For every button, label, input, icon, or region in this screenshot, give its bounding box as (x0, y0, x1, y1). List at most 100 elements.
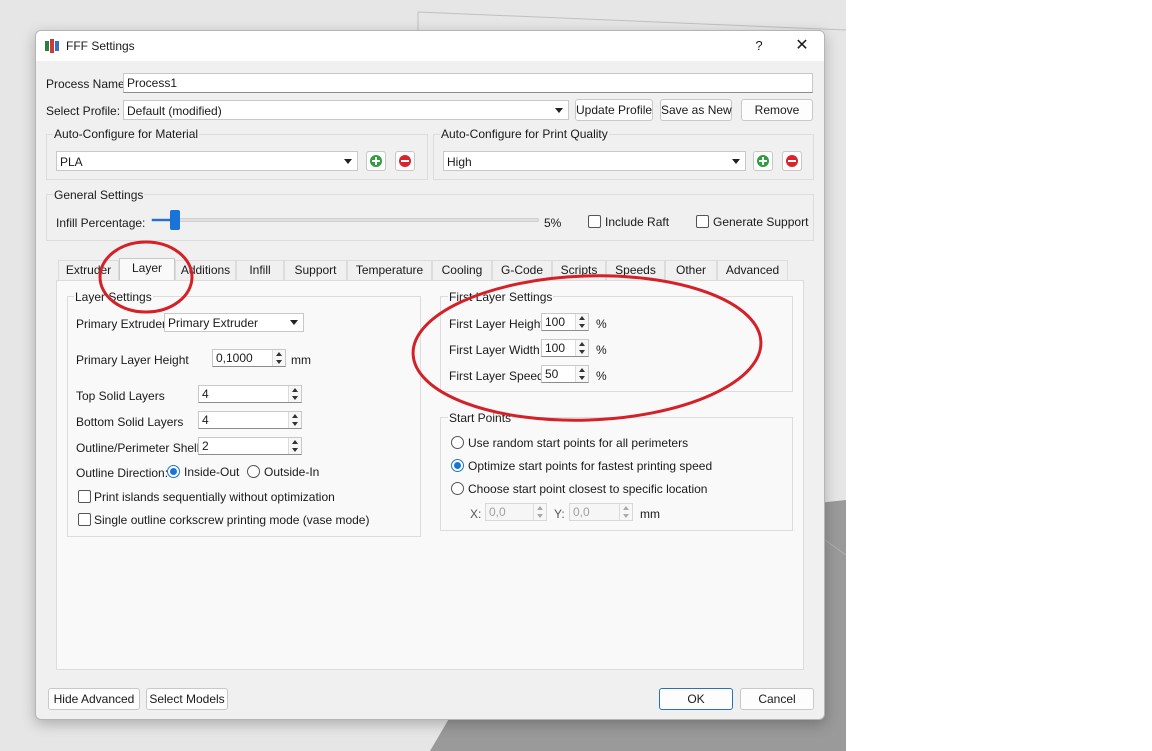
material-select-value: PLA (60, 155, 83, 169)
tab-support[interactable]: Support (284, 260, 347, 280)
inside-out-radio[interactable] (167, 465, 180, 478)
add-quality-button[interactable] (753, 151, 773, 171)
spin-arrows-icon[interactable] (575, 366, 588, 382)
infill-slider[interactable] (151, 218, 539, 222)
inside-out-label: Inside-Out (184, 465, 240, 479)
spin-arrows-icon[interactable] (575, 340, 588, 356)
material-group-title: Auto-Configure for Material (53, 127, 200, 141)
first-layer-width-input[interactable]: 100 (541, 339, 589, 357)
dropdown-arrow-icon (290, 320, 298, 325)
print-islands-label: Print islands sequentially without optim… (94, 490, 335, 504)
first-layer-height-input[interactable]: 100 (541, 313, 589, 331)
tab-additions[interactable]: Additions (175, 260, 236, 280)
first-layer-height-label: First Layer Height (449, 317, 544, 331)
vase-mode-checkbox[interactable] (78, 513, 91, 526)
tab-scripts[interactable]: Scripts (552, 260, 606, 280)
tab-cooling[interactable]: Cooling (432, 260, 492, 280)
primary-layer-height-value: 0,1000 (216, 351, 253, 365)
process-name-input[interactable]: Process1 (123, 73, 813, 93)
random-start-radio[interactable] (451, 436, 464, 449)
spin-arrows-icon[interactable] (619, 504, 632, 520)
app-icon (45, 39, 59, 53)
general-settings-title: General Settings (53, 188, 145, 202)
infill-slider-fill (152, 219, 172, 221)
add-material-button[interactable] (366, 151, 386, 171)
spin-arrows-icon[interactable] (288, 386, 301, 402)
start-x-input[interactable]: 0,0 (485, 503, 547, 521)
update-profile-button[interactable]: Update Profile (575, 99, 653, 121)
random-start-label: Use random start points for all perimete… (468, 436, 689, 450)
vase-mode-label: Single outline corkscrew printing mode (… (94, 513, 370, 527)
spin-arrows-icon[interactable] (575, 314, 588, 330)
first-layer-width-value: 100 (545, 341, 566, 355)
start-y-label: Y: (554, 507, 565, 521)
first-layer-height-unit: % (596, 317, 607, 331)
closest-start-label: Choose start point closest to specific l… (468, 482, 708, 496)
top-solid-layers-label: Top Solid Layers (76, 389, 165, 403)
start-y-value: 0,0 (573, 505, 590, 519)
dropdown-arrow-icon (344, 159, 352, 164)
start-y-input[interactable]: 0,0 (569, 503, 633, 521)
tab-other[interactable]: Other (665, 260, 717, 280)
layer-tab-panel: Layer Settings Primary Extruder Primary … (56, 280, 804, 670)
tab-infill[interactable]: Infill (236, 260, 284, 280)
infill-slider-thumb[interactable] (169, 210, 180, 230)
primary-layer-height-input[interactable]: 0,1000 (212, 349, 286, 367)
remove-quality-button[interactable] (782, 151, 802, 171)
dropdown-arrow-icon (555, 108, 563, 113)
spin-arrows-icon[interactable] (288, 412, 301, 428)
outline-shells-label: Outline/Perimeter Shells (76, 441, 206, 455)
profile-select-value: Default (modified) (127, 104, 222, 118)
title-bar: FFF Settings ? ✕ (36, 31, 824, 61)
tab-advanced[interactable]: Advanced (717, 260, 788, 280)
outline-shells-input[interactable]: 2 (198, 437, 302, 455)
closest-start-radio[interactable] (451, 482, 464, 495)
outside-in-label: Outside-In (264, 465, 320, 479)
remove-material-button[interactable] (395, 151, 415, 171)
cancel-button[interactable]: Cancel (740, 688, 814, 710)
tab-extruder[interactable]: Extruder (58, 260, 119, 280)
material-select[interactable]: PLA (56, 151, 358, 171)
add-icon (757, 155, 769, 167)
outline-direction-label: Outline Direction: (76, 466, 169, 480)
remove-profile-button[interactable]: Remove (741, 99, 813, 121)
spin-arrows-icon[interactable] (533, 504, 546, 520)
outside-in-radio[interactable] (247, 465, 260, 478)
first-layer-width-unit: % (596, 343, 607, 357)
print-islands-checkbox[interactable] (78, 490, 91, 503)
spin-arrows-icon[interactable] (272, 350, 285, 366)
optimize-start-radio[interactable] (451, 459, 464, 472)
tab-temperature[interactable]: Temperature (347, 260, 432, 280)
tab-speeds[interactable]: Speeds (606, 260, 665, 280)
profile-select[interactable]: Default (modified) (123, 100, 569, 120)
close-icon[interactable]: ✕ (792, 36, 812, 56)
tab-layer[interactable]: Layer (119, 258, 175, 280)
primary-extruder-value: Primary Extruder (168, 316, 259, 330)
primary-extruder-select[interactable]: Primary Extruder (164, 313, 304, 332)
generate-support-checkbox[interactable] (696, 215, 709, 228)
first-layer-speed-input[interactable]: 50 (541, 365, 589, 383)
first-layer-speed-unit: % (596, 369, 607, 383)
ok-button[interactable]: OK (659, 688, 733, 710)
save-as-new-button[interactable]: Save as New (660, 99, 732, 121)
primary-layer-height-label: Primary Layer Height (76, 353, 189, 367)
top-solid-layers-input[interactable]: 4 (198, 385, 302, 403)
first-layer-settings-title: First Layer Settings (448, 290, 554, 304)
select-models-button[interactable]: Select Models (146, 688, 228, 710)
start-unit-label: mm (640, 507, 660, 521)
first-layer-speed-value: 50 (545, 367, 559, 381)
help-icon[interactable]: ? (749, 36, 769, 56)
infill-value: 5% (544, 216, 562, 230)
quality-select[interactable]: High (443, 151, 746, 171)
include-raft-checkbox[interactable] (588, 215, 601, 228)
tab-g-code[interactable]: G-Code (492, 260, 552, 280)
start-x-value: 0,0 (489, 505, 506, 519)
infill-percentage-label: Infill Percentage: (56, 216, 146, 230)
remove-icon (786, 155, 798, 167)
bottom-solid-layers-input[interactable]: 4 (198, 411, 302, 429)
hide-advanced-button[interactable]: Hide Advanced (48, 688, 140, 710)
remove-icon (399, 155, 411, 167)
add-icon (370, 155, 382, 167)
start-points-title: Start Points (448, 411, 513, 425)
spin-arrows-icon[interactable] (288, 438, 301, 454)
